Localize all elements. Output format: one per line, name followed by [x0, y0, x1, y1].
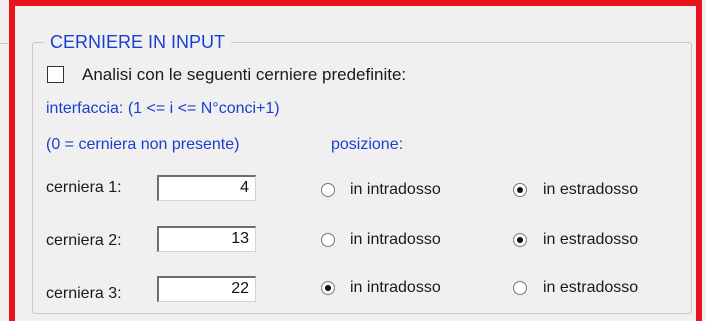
- hinge-3-extrados-label[interactable]: in estradosso: [543, 278, 638, 298]
- hinge-2-input[interactable]: 13: [157, 226, 256, 252]
- hinge-2-label: cerniera 2:: [46, 232, 122, 249]
- hinge-3-intrados-label[interactable]: in intradosso: [350, 278, 441, 298]
- groupbox-title: CERNIERE IN INPUT: [44, 30, 232, 54]
- hinge-3-input[interactable]: 22: [157, 276, 256, 302]
- radio-selected-dot: [325, 285, 331, 291]
- predefined-hinges-checkbox[interactable]: [47, 66, 64, 83]
- hinge-1-label: cerniera 1:: [46, 179, 122, 196]
- interface-range-info: interfaccia: (1 <= i <= N°conci+1): [46, 100, 280, 117]
- hinge-1-intrados-label[interactable]: in intradosso: [350, 180, 441, 200]
- window-panel: CERNIERE IN INPUT Analisi con le seguent…: [0, 0, 706, 321]
- hinge-2-extrados-label[interactable]: in estradosso: [543, 230, 638, 250]
- separator-line: [0, 43, 8, 44]
- predefined-hinges-label[interactable]: Analisi con le seguenti cerniere predefi…: [82, 64, 406, 86]
- hinge-absent-info: (0 = cerniera non presente): [46, 136, 240, 153]
- radio-selected-dot: [517, 237, 523, 243]
- hinge-3-label: cerniera 3:: [46, 285, 122, 302]
- hinge-3-extrados-radio[interactable]: [513, 281, 527, 295]
- hinge-2-intrados-radio[interactable]: [321, 233, 335, 247]
- hinge-2-extrados-radio[interactable]: [513, 233, 527, 247]
- hinge-1-input[interactable]: 4: [157, 175, 256, 201]
- hinge-1-extrados-radio[interactable]: [513, 183, 527, 197]
- hinge-2-intrados-label[interactable]: in intradosso: [350, 230, 441, 250]
- position-label: posizione:: [331, 136, 404, 153]
- radio-selected-dot: [517, 187, 523, 193]
- hinge-1-extrados-label[interactable]: in estradosso: [543, 180, 638, 200]
- hinge-3-intrados-radio[interactable]: [321, 281, 335, 295]
- hinge-1-intrados-radio[interactable]: [321, 183, 335, 197]
